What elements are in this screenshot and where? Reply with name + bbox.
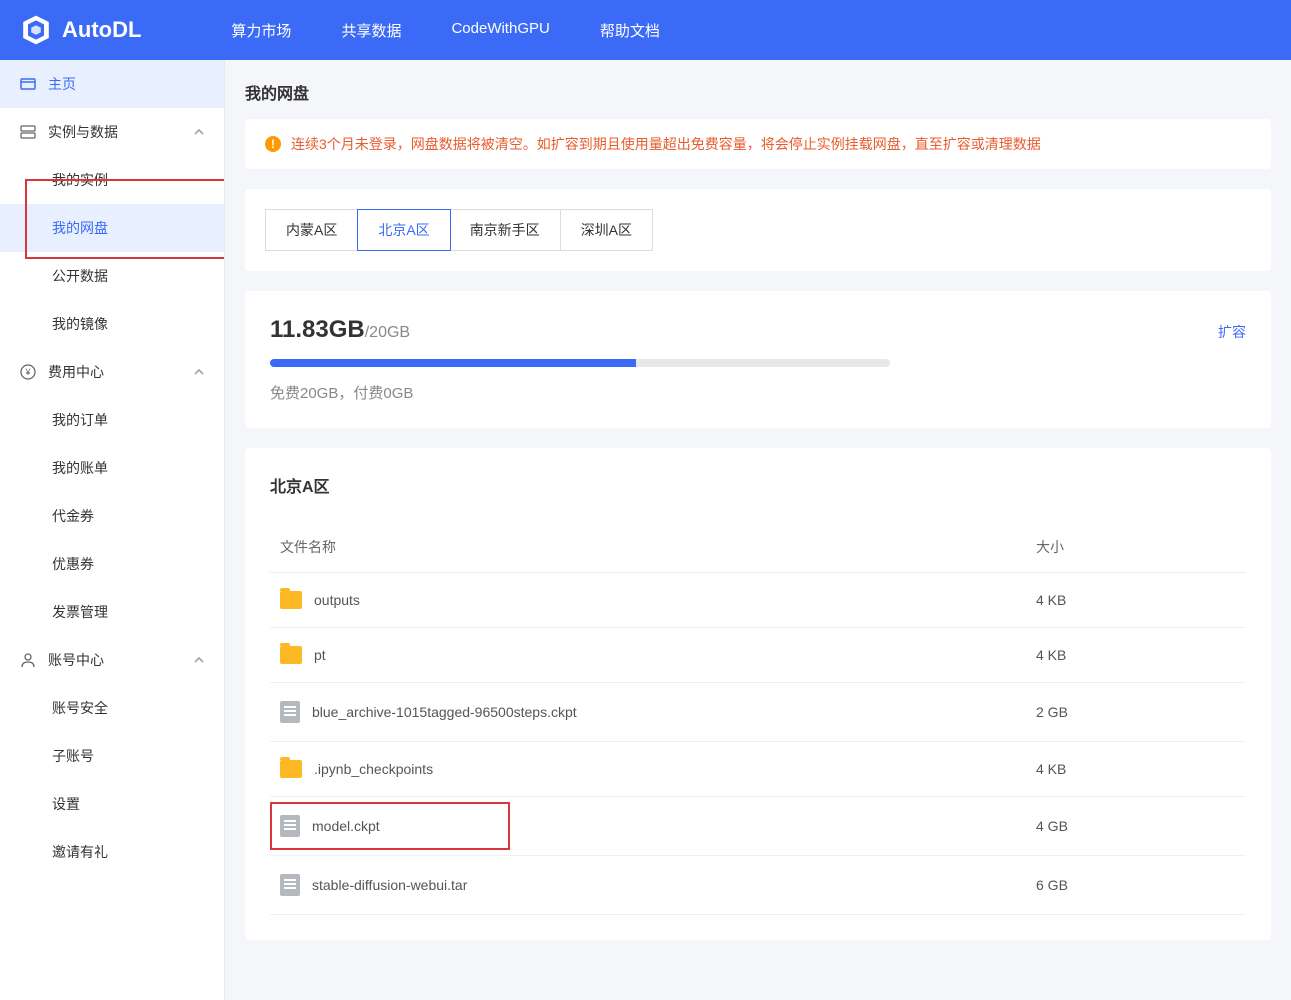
file-list-card: 北京A区 文件名称 大小 outputs 4 KB pt 4 KB blue_a… [245,448,1271,940]
file-size: 4 KB [1036,592,1236,608]
chevron-up-icon [194,364,204,380]
sidebar-group-label: 实例与数据 [48,122,118,142]
folder-icon [280,760,302,778]
sidebar-home[interactable]: 主页 [0,60,224,108]
file-icon [280,701,300,723]
region-tabs-card: 内蒙A区 北京A区 南京新手区 深圳A区 [245,189,1271,271]
content-area: 我的网盘 ! 连续3个月未登录，网盘数据将被清空。如扩容到期且使用量超出免费容量… [225,60,1291,1000]
sidebar-item-coupon[interactable]: 优惠券 [0,540,224,588]
storage-used: 11.83GB [270,316,365,343]
file-icon [280,815,300,837]
col-name-header: 文件名称 [280,537,1036,557]
warning-banner: ! 连续3个月未登录，网盘数据将被清空。如扩容到期且使用量超出免费容量，将会停止… [245,119,1271,169]
sidebar-item-my-image[interactable]: 我的镜像 [0,300,224,348]
nav-links: 算力市场 共享数据 CodeWithGPU 帮助文档 [231,20,659,41]
nav-link-shared-data[interactable]: 共享数据 [341,20,401,41]
sidebar-group-account[interactable]: 账号中心 [0,636,224,684]
chevron-up-icon [194,652,204,668]
file-row[interactable]: blue_archive-1015tagged-96500steps.ckpt … [270,683,1246,742]
storage-card: 11.83GB/20GB 扩容 免费20GB，付费0GB [245,291,1271,428]
file-size: 4 KB [1036,647,1236,663]
sidebar-item-public-data[interactable]: 公开数据 [0,252,224,300]
file-name: stable-diffusion-webui.tar [312,877,467,893]
file-size: 2 GB [1036,704,1236,720]
tab-beijing[interactable]: 北京A区 [357,209,450,251]
file-size: 6 GB [1036,877,1236,893]
chevron-up-icon [194,124,204,140]
region-tabs: 内蒙A区 北京A区 南京新手区 深圳A区 [265,209,653,251]
tab-shenzhen[interactable]: 深圳A区 [561,210,652,250]
folder-icon [280,591,302,609]
nav-link-codewithgpu[interactable]: CodeWithGPU [451,20,549,41]
expand-button[interactable]: 扩容 [1218,322,1246,342]
sidebar-item-invoice[interactable]: 发票管理 [0,588,224,636]
file-row[interactable]: pt 4 KB [270,628,1246,683]
svg-text:¥: ¥ [24,367,31,377]
storage-total: /20GB [365,324,410,341]
storage-progress [270,359,890,367]
sidebar-item-settings[interactable]: 设置 [0,780,224,828]
file-row[interactable]: outputs 4 KB [270,573,1246,628]
logo-text: AutoDL [62,17,141,43]
sidebar-item-my-bills[interactable]: 我的账单 [0,444,224,492]
file-row[interactable]: model.ckpt 4 GB [270,797,1246,856]
file-table: 文件名称 大小 outputs 4 KB pt 4 KB blue_archiv… [270,522,1246,915]
sidebar-group-label: 账号中心 [48,650,104,670]
storage-detail: 免费20GB，付费0GB [270,382,1246,403]
file-size: 4 KB [1036,761,1236,777]
sidebar-item-voucher[interactable]: 代金券 [0,492,224,540]
billing-icon: ¥ [20,364,36,380]
logo[interactable]: AutoDL [20,14,141,46]
col-size-header: 大小 [1036,537,1236,557]
file-name: outputs [314,592,360,608]
sidebar-group-instance[interactable]: 实例与数据 [0,108,224,156]
file-name: blue_archive-1015tagged-96500steps.ckpt [312,704,577,720]
file-row[interactable]: .ipynb_checkpoints 4 KB [270,742,1246,797]
logo-icon [20,14,52,46]
sidebar-item-my-disk[interactable]: 我的网盘 [0,204,224,252]
file-name: .ipynb_checkpoints [314,761,433,777]
sidebar-item-invite[interactable]: 邀请有礼 [0,828,224,876]
file-name: model.ckpt [312,818,380,834]
nav-link-help[interactable]: 帮助文档 [600,20,660,41]
page-title: 我的网盘 [245,80,1271,104]
file-table-header: 文件名称 大小 [270,522,1246,573]
storage-progress-fill [270,359,636,367]
warning-text: 连续3个月未登录，网盘数据将被清空。如扩容到期且使用量超出免费容量，将会停止实例… [291,134,1041,154]
sidebar-group-billing[interactable]: ¥ 费用中心 [0,348,224,396]
sidebar-group-label: 费用中心 [48,362,104,382]
sidebar-item-subaccount[interactable]: 子账号 [0,732,224,780]
file-row[interactable]: stable-diffusion-webui.tar 6 GB [270,856,1246,915]
file-icon [280,874,300,896]
instance-icon [20,124,36,140]
sidebar-item-my-orders[interactable]: 我的订单 [0,396,224,444]
tab-neimeng[interactable]: 内蒙A区 [266,210,358,250]
home-icon [20,76,36,92]
sidebar-item-security[interactable]: 账号安全 [0,684,224,732]
nav-link-market[interactable]: 算力市场 [231,20,291,41]
sidebar: 主页 实例与数据 我的实例 我的网盘 公开数据 我的镜像 ¥ 费用中心 [0,60,225,1000]
sidebar-home-label: 主页 [48,74,76,94]
folder-icon [280,646,302,664]
tab-nanjing[interactable]: 南京新手区 [450,210,561,250]
file-name: pt [314,647,326,663]
file-region-label: 北京A区 [270,473,1246,497]
account-icon [20,652,36,668]
top-nav: AutoDL 算力市场 共享数据 CodeWithGPU 帮助文档 [0,0,1291,60]
warning-icon: ! [265,136,281,152]
file-size: 4 GB [1036,818,1236,834]
sidebar-item-my-instance[interactable]: 我的实例 [0,156,224,204]
